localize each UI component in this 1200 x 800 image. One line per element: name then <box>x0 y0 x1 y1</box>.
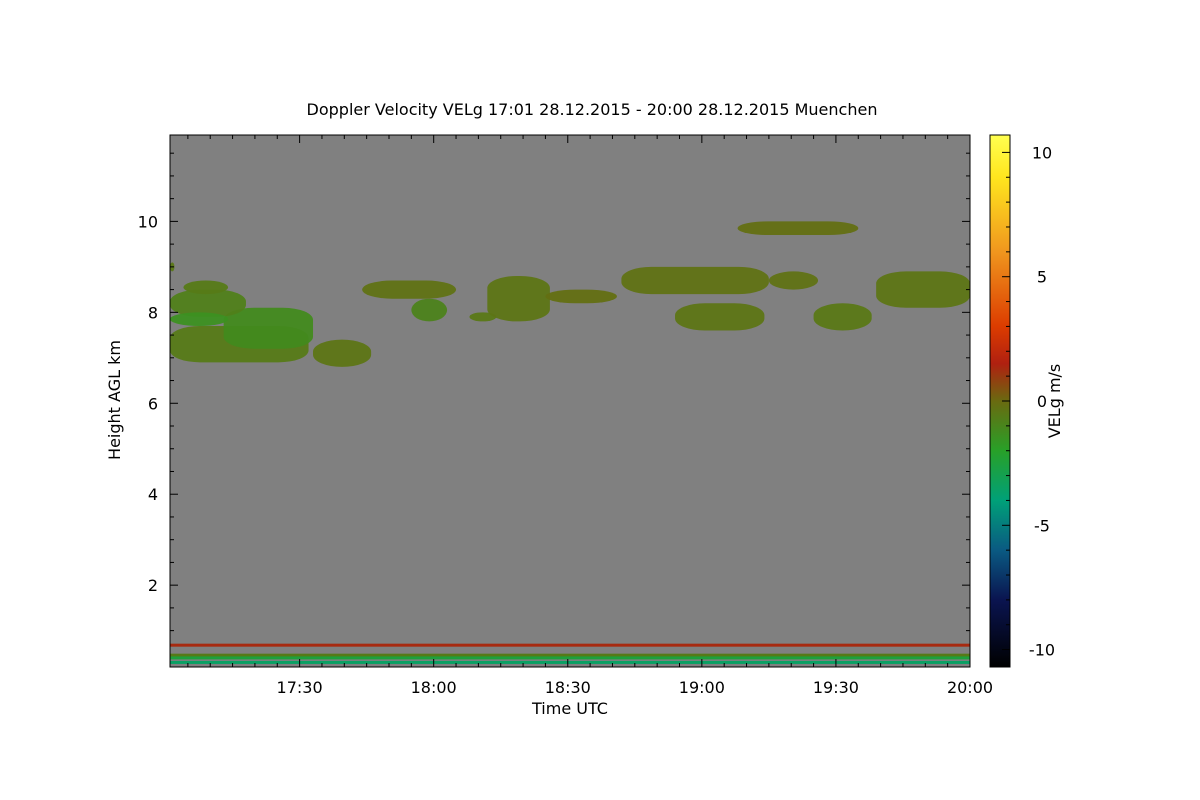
colorbar-label: VELg m/s <box>1045 364 1064 439</box>
doppler-velocity-chart: Doppler Velocity VELg 17:01 28.12.2015 -… <box>105 100 1064 718</box>
colorbar-tick-label: -10 <box>1029 641 1055 660</box>
colorbar-tick-label: -5 <box>1034 516 1050 535</box>
cloud-layer-13 <box>621 266 769 295</box>
x-tick-label: 19:00 <box>679 678 725 697</box>
cloud-layer-12 <box>545 289 617 304</box>
x-axis-label: Time UTC <box>531 699 608 718</box>
cloud-layer-11 <box>487 275 550 322</box>
x-tick-label: 18:00 <box>411 678 457 697</box>
y-tick-label: 10 <box>138 212 158 231</box>
cloud-layer-16 <box>768 271 819 290</box>
y-tick-label: 4 <box>148 485 158 504</box>
cloud-layer-17 <box>813 303 872 331</box>
y-tick-label: 2 <box>148 576 158 595</box>
y-tick-label: 6 <box>148 394 158 413</box>
plot-area <box>169 134 971 668</box>
cloud-layer-15 <box>675 303 765 331</box>
cloud-layer-3 <box>313 339 372 367</box>
x-tick-label: 19:30 <box>813 678 859 697</box>
cloud-layer-9 <box>411 298 448 322</box>
cloud-layer-6 <box>183 280 229 295</box>
near-surface-band-4 <box>170 660 970 664</box>
colorbar: 1050-5-10 VELg m/s <box>989 134 1064 668</box>
y-axis-label: Height AGL km <box>105 340 124 460</box>
near-surface-band-2 <box>170 653 970 657</box>
x-tick-label: 20:00 <box>947 678 993 697</box>
near-surface-band-1 <box>170 643 970 647</box>
y-tick-label: 8 <box>148 303 158 322</box>
near-surface-band-3 <box>170 656 970 660</box>
cloud-layer-18 <box>876 271 970 308</box>
x-tick-label: 17:30 <box>277 678 323 697</box>
cloud-layer-14 <box>737 221 859 236</box>
colorbar-tick-label: 10 <box>1032 143 1052 162</box>
chart-title: Doppler Velocity VELg 17:01 28.12.2015 -… <box>307 100 878 119</box>
colorbar-tick-label: 5 <box>1037 268 1047 287</box>
plot-background <box>170 135 970 667</box>
x-tick-label: 18:30 <box>545 678 591 697</box>
cloud-layer-8 <box>362 280 457 299</box>
cloud-layer-5 <box>170 312 229 326</box>
cloud-layer-2 <box>223 307 314 349</box>
